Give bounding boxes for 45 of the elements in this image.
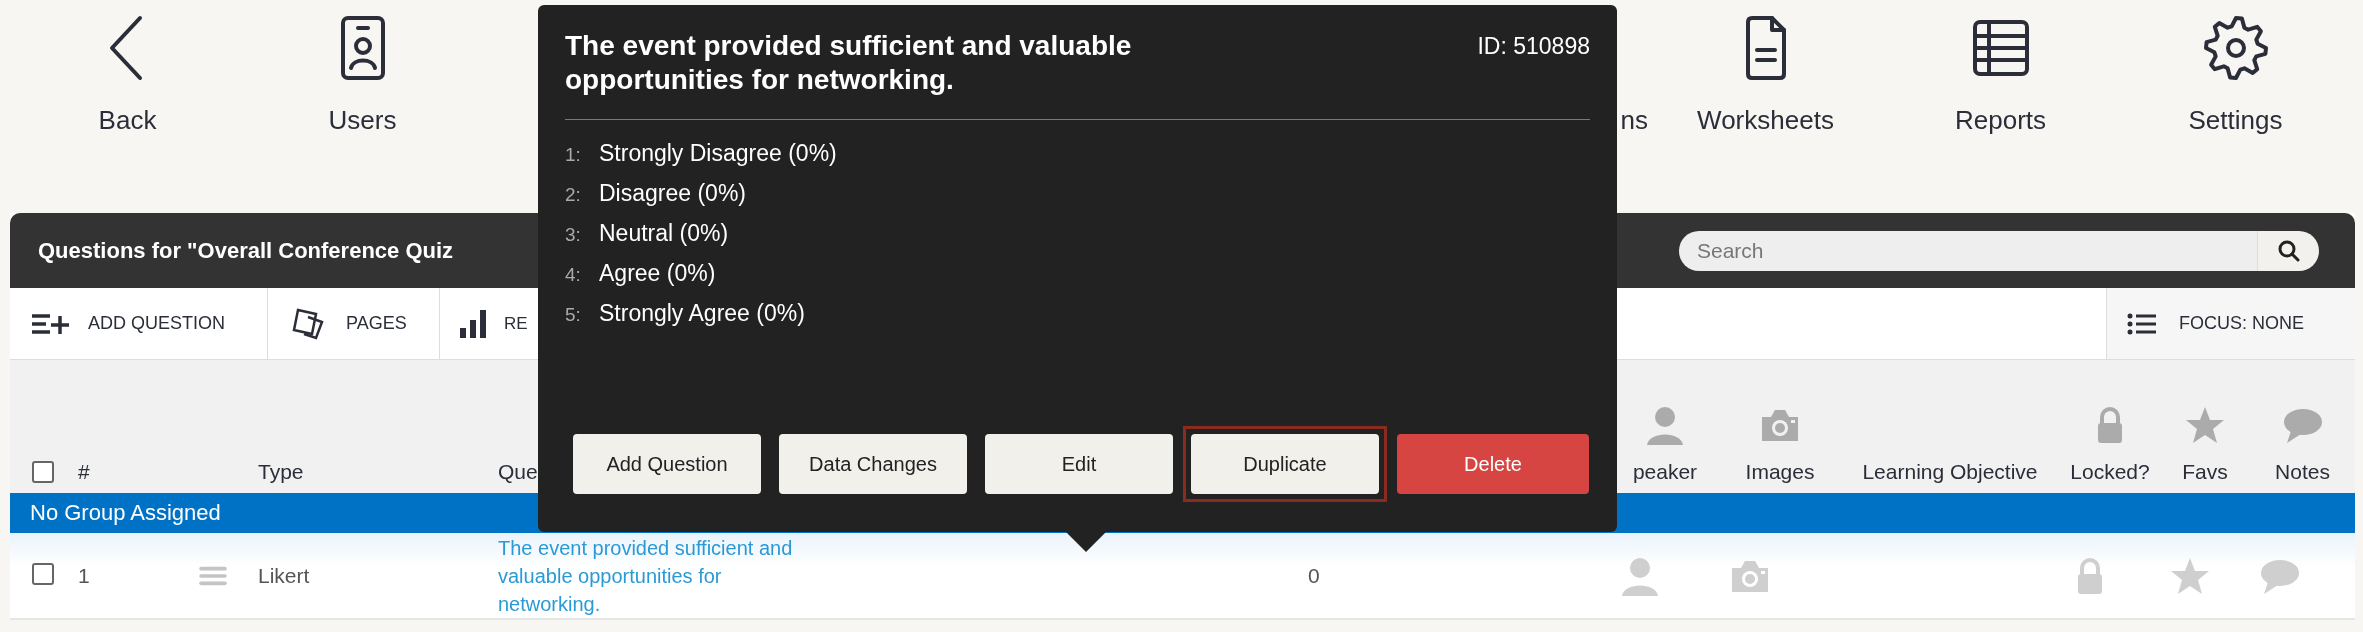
nav-label[interactable]: Settings: [2188, 104, 2283, 136]
table-cell: 0: [1308, 563, 1320, 588]
popup-title: The event provided sufficient and valuable opportunities for networking.: [565, 29, 1133, 97]
option-label: Strongly Agree (0%): [599, 299, 805, 328]
column-header[interactable]: #: [78, 457, 190, 487]
popup-button[interactable]: Delete: [1397, 434, 1589, 494]
option-number: 4:: [565, 263, 582, 287]
column-header[interactable]: Images: [1745, 457, 1815, 487]
nav-label[interactable]: Reports: [1954, 104, 2046, 136]
column-header[interactable]: peaker: [1632, 457, 1698, 487]
popup-button[interactable]: Add Question: [573, 434, 761, 494]
search-icon: [2276, 238, 2301, 263]
group-title: No Group Assigned: [30, 500, 221, 526]
option-number: 2:: [565, 183, 582, 207]
table-cell: Likert: [258, 563, 310, 588]
option-number: 1:: [565, 143, 582, 167]
option-number: 5:: [565, 303, 582, 327]
option-label: Neutral (0%): [599, 219, 729, 248]
column-header[interactable]: Favs: [2182, 457, 2228, 487]
option-number: 3:: [565, 223, 582, 247]
nav-label[interactable]: ns: [1620, 104, 1648, 136]
question-id: ID: 510898: [1477, 32, 1590, 60]
popup-button[interactable]: Edit: [985, 434, 1173, 494]
search-field[interactable]: Search: [1679, 230, 2257, 271]
nav-label[interactable]: Back: [98, 104, 157, 136]
checkbox[interactable]: [32, 461, 54, 483]
search-button[interactable]: [2257, 230, 2319, 271]
table-cell: 1: [78, 563, 90, 588]
list-icon: [2127, 311, 2157, 336]
panel-title: Questions for "Overall Conference Quiz: [38, 237, 454, 264]
option-label: Agree (0%): [599, 259, 716, 288]
column-header[interactable]: Locked?: [2070, 457, 2150, 487]
popup-button[interactable]: Duplicate: [1191, 434, 1379, 494]
option-label: Disagree (0%): [599, 179, 746, 208]
column-header[interactable]: Learning Objective: [1862, 457, 2038, 487]
column-header[interactable]: Notes: [2275, 457, 2330, 487]
drag-handle-icon[interactable]: [198, 564, 228, 587]
checkbox[interactable]: [32, 562, 54, 585]
focus-button[interactable]: FOCUS: NONE: [2106, 288, 2355, 359]
nav-label[interactable]: Worksheets: [1697, 104, 1834, 136]
popup-button[interactable]: Data Changes: [779, 434, 967, 494]
nav-label[interactable]: Users: [328, 104, 397, 136]
column-header[interactable]: Type: [258, 457, 490, 487]
option-label: Strongly Disagree (0%): [599, 139, 837, 168]
settings-icon[interactable]: [2201, 14, 2270, 82]
